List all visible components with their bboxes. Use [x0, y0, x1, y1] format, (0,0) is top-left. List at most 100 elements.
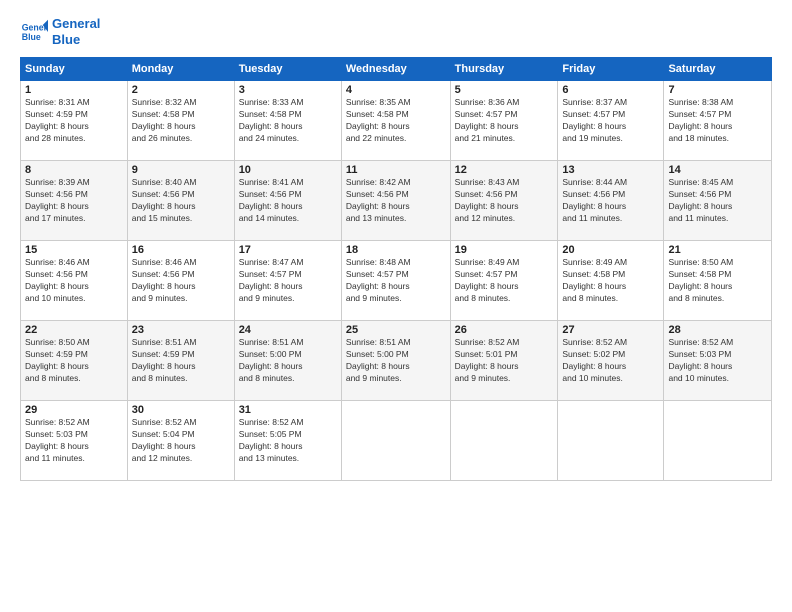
calendar-cell: 9 Sunrise: 8:40 AM Sunset: 4:56 PM Dayli… — [127, 161, 234, 241]
day-detail: Sunrise: 8:52 AM Sunset: 5:01 PM Dayligh… — [455, 337, 554, 385]
day-detail: Sunrise: 8:44 AM Sunset: 4:56 PM Dayligh… — [562, 177, 659, 225]
day-number: 21 — [668, 244, 767, 256]
calendar-cell: 20 Sunrise: 8:49 AM Sunset: 4:58 PM Dayl… — [558, 241, 664, 321]
day-number: 13 — [562, 164, 659, 176]
day-number: 9 — [132, 164, 230, 176]
calendar-cell: 30 Sunrise: 8:52 AM Sunset: 5:04 PM Dayl… — [127, 401, 234, 481]
calendar-cell: 6 Sunrise: 8:37 AM Sunset: 4:57 PM Dayli… — [558, 81, 664, 161]
calendar-cell: 1 Sunrise: 8:31 AM Sunset: 4:59 PM Dayli… — [21, 81, 128, 161]
col-header-tuesday: Tuesday — [234, 58, 341, 81]
calendar-cell: 4 Sunrise: 8:35 AM Sunset: 4:58 PM Dayli… — [341, 81, 450, 161]
calendar-cell: 23 Sunrise: 8:51 AM Sunset: 4:59 PM Dayl… — [127, 321, 234, 401]
day-number: 1 — [25, 84, 123, 96]
day-detail: Sunrise: 8:41 AM Sunset: 4:56 PM Dayligh… — [239, 177, 337, 225]
day-detail: Sunrise: 8:35 AM Sunset: 4:58 PM Dayligh… — [346, 97, 446, 145]
day-number: 14 — [668, 164, 767, 176]
calendar-cell: 3 Sunrise: 8:33 AM Sunset: 4:58 PM Dayli… — [234, 81, 341, 161]
day-number: 5 — [455, 84, 554, 96]
day-number: 11 — [346, 164, 446, 176]
day-number: 15 — [25, 244, 123, 256]
calendar-cell: 28 Sunrise: 8:52 AM Sunset: 5:03 PM Dayl… — [664, 321, 772, 401]
calendar-cell — [664, 401, 772, 481]
day-detail: Sunrise: 8:52 AM Sunset: 5:02 PM Dayligh… — [562, 337, 659, 385]
calendar-cell: 13 Sunrise: 8:44 AM Sunset: 4:56 PM Dayl… — [558, 161, 664, 241]
day-detail: Sunrise: 8:45 AM Sunset: 4:56 PM Dayligh… — [668, 177, 767, 225]
day-number: 27 — [562, 324, 659, 336]
calendar-cell: 7 Sunrise: 8:38 AM Sunset: 4:57 PM Dayli… — [664, 81, 772, 161]
calendar-cell: 14 Sunrise: 8:45 AM Sunset: 4:56 PM Dayl… — [664, 161, 772, 241]
calendar-cell: 21 Sunrise: 8:50 AM Sunset: 4:58 PM Dayl… — [664, 241, 772, 321]
day-detail: Sunrise: 8:37 AM Sunset: 4:57 PM Dayligh… — [562, 97, 659, 145]
day-detail: Sunrise: 8:36 AM Sunset: 4:57 PM Dayligh… — [455, 97, 554, 145]
col-header-thursday: Thursday — [450, 58, 558, 81]
day-detail: Sunrise: 8:51 AM Sunset: 5:00 PM Dayligh… — [346, 337, 446, 385]
day-detail: Sunrise: 8:49 AM Sunset: 4:58 PM Dayligh… — [562, 257, 659, 305]
calendar-cell: 2 Sunrise: 8:32 AM Sunset: 4:58 PM Dayli… — [127, 81, 234, 161]
day-detail: Sunrise: 8:52 AM Sunset: 5:05 PM Dayligh… — [239, 417, 337, 465]
day-number: 19 — [455, 244, 554, 256]
day-detail: Sunrise: 8:31 AM Sunset: 4:59 PM Dayligh… — [25, 97, 123, 145]
day-detail: Sunrise: 8:52 AM Sunset: 5:03 PM Dayligh… — [25, 417, 123, 465]
col-header-sunday: Sunday — [21, 58, 128, 81]
calendar-cell — [341, 401, 450, 481]
day-detail: Sunrise: 8:46 AM Sunset: 4:56 PM Dayligh… — [132, 257, 230, 305]
day-detail: Sunrise: 8:52 AM Sunset: 5:03 PM Dayligh… — [668, 337, 767, 385]
day-number: 25 — [346, 324, 446, 336]
calendar-cell: 17 Sunrise: 8:47 AM Sunset: 4:57 PM Dayl… — [234, 241, 341, 321]
day-detail: Sunrise: 8:48 AM Sunset: 4:57 PM Dayligh… — [346, 257, 446, 305]
day-number: 4 — [346, 84, 446, 96]
day-detail: Sunrise: 8:51 AM Sunset: 4:59 PM Dayligh… — [132, 337, 230, 385]
day-detail: Sunrise: 8:33 AM Sunset: 4:58 PM Dayligh… — [239, 97, 337, 145]
day-number: 12 — [455, 164, 554, 176]
day-number: 2 — [132, 84, 230, 96]
calendar-cell: 31 Sunrise: 8:52 AM Sunset: 5:05 PM Dayl… — [234, 401, 341, 481]
svg-text:Blue: Blue — [22, 31, 41, 41]
day-number: 3 — [239, 84, 337, 96]
day-number: 18 — [346, 244, 446, 256]
calendar-cell: 11 Sunrise: 8:42 AM Sunset: 4:56 PM Dayl… — [341, 161, 450, 241]
logo: General Blue General Blue — [20, 16, 100, 47]
calendar-cell: 18 Sunrise: 8:48 AM Sunset: 4:57 PM Dayl… — [341, 241, 450, 321]
day-detail: Sunrise: 8:39 AM Sunset: 4:56 PM Dayligh… — [25, 177, 123, 225]
calendar-cell: 24 Sunrise: 8:51 AM Sunset: 5:00 PM Dayl… — [234, 321, 341, 401]
calendar-cell: 15 Sunrise: 8:46 AM Sunset: 4:56 PM Dayl… — [21, 241, 128, 321]
day-detail: Sunrise: 8:50 AM Sunset: 4:58 PM Dayligh… — [668, 257, 767, 305]
day-number: 31 — [239, 404, 337, 416]
day-detail: Sunrise: 8:40 AM Sunset: 4:56 PM Dayligh… — [132, 177, 230, 225]
day-number: 24 — [239, 324, 337, 336]
col-header-wednesday: Wednesday — [341, 58, 450, 81]
day-number: 28 — [668, 324, 767, 336]
day-number: 16 — [132, 244, 230, 256]
calendar-cell: 12 Sunrise: 8:43 AM Sunset: 4:56 PM Dayl… — [450, 161, 558, 241]
calendar-cell — [450, 401, 558, 481]
day-number: 26 — [455, 324, 554, 336]
calendar-cell: 22 Sunrise: 8:50 AM Sunset: 4:59 PM Dayl… — [21, 321, 128, 401]
header: General Blue General Blue — [20, 16, 772, 47]
col-header-saturday: Saturday — [664, 58, 772, 81]
day-detail: Sunrise: 8:46 AM Sunset: 4:56 PM Dayligh… — [25, 257, 123, 305]
day-number: 23 — [132, 324, 230, 336]
calendar-cell: 25 Sunrise: 8:51 AM Sunset: 5:00 PM Dayl… — [341, 321, 450, 401]
day-detail: Sunrise: 8:42 AM Sunset: 4:56 PM Dayligh… — [346, 177, 446, 225]
logo-text: General Blue — [52, 16, 100, 47]
calendar-cell: 26 Sunrise: 8:52 AM Sunset: 5:01 PM Dayl… — [450, 321, 558, 401]
day-number: 17 — [239, 244, 337, 256]
day-detail: Sunrise: 8:43 AM Sunset: 4:56 PM Dayligh… — [455, 177, 554, 225]
day-number: 22 — [25, 324, 123, 336]
day-number: 8 — [25, 164, 123, 176]
calendar-cell: 16 Sunrise: 8:46 AM Sunset: 4:56 PM Dayl… — [127, 241, 234, 321]
day-detail: Sunrise: 8:50 AM Sunset: 4:59 PM Dayligh… — [25, 337, 123, 385]
calendar-table: SundayMondayTuesdayWednesdayThursdayFrid… — [20, 57, 772, 481]
day-detail: Sunrise: 8:38 AM Sunset: 4:57 PM Dayligh… — [668, 97, 767, 145]
calendar-cell: 5 Sunrise: 8:36 AM Sunset: 4:57 PM Dayli… — [450, 81, 558, 161]
day-detail: Sunrise: 8:52 AM Sunset: 5:04 PM Dayligh… — [132, 417, 230, 465]
day-number: 10 — [239, 164, 337, 176]
calendar-cell: 29 Sunrise: 8:52 AM Sunset: 5:03 PM Dayl… — [21, 401, 128, 481]
day-detail: Sunrise: 8:51 AM Sunset: 5:00 PM Dayligh… — [239, 337, 337, 385]
calendar-cell: 8 Sunrise: 8:39 AM Sunset: 4:56 PM Dayli… — [21, 161, 128, 241]
day-detail: Sunrise: 8:32 AM Sunset: 4:58 PM Dayligh… — [132, 97, 230, 145]
day-number: 6 — [562, 84, 659, 96]
calendar-cell: 27 Sunrise: 8:52 AM Sunset: 5:02 PM Dayl… — [558, 321, 664, 401]
logo-icon: General Blue — [20, 18, 48, 46]
day-number: 30 — [132, 404, 230, 416]
